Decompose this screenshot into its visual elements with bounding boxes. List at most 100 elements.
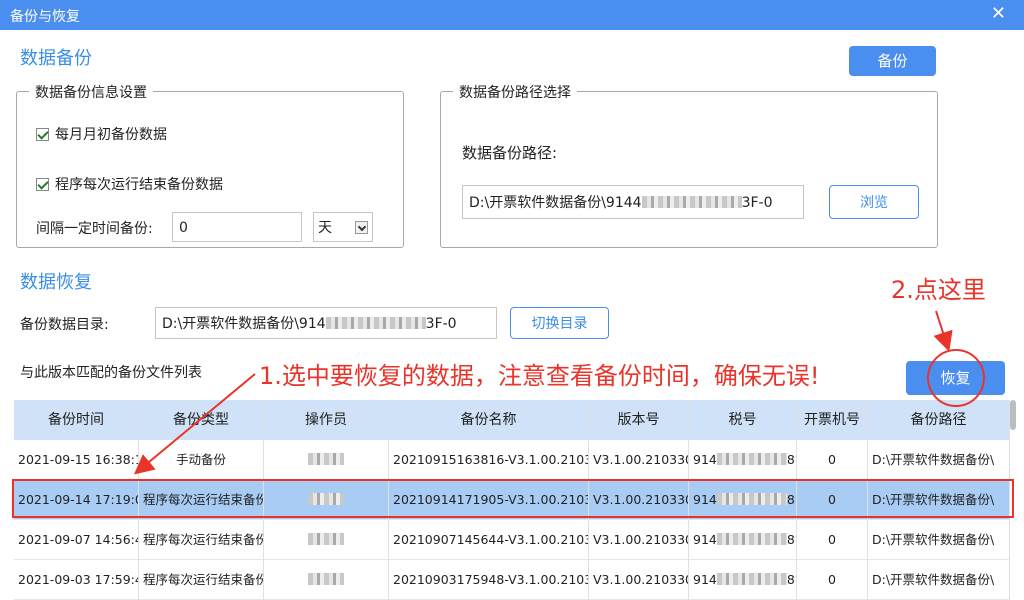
tax-cell: 914 8F xyxy=(689,560,797,600)
window-title: 备份与恢复 xyxy=(10,9,80,25)
machine-cell: 0 xyxy=(797,480,868,520)
path-cell: D:\开票软件数据备份\ xyxy=(868,520,1010,560)
backup-path-input[interactable]: D:\开票软件数据备份\9144 3F-0 xyxy=(462,185,804,219)
operator-cell xyxy=(264,560,389,600)
redacted-block xyxy=(308,573,344,585)
backup-path-group: 数据备份路径选择 xyxy=(440,82,938,248)
backup-settings-legend: 数据备份信息设置 xyxy=(29,82,153,102)
tax-suffix: 8F xyxy=(786,492,796,507)
interval-unit-select[interactable]: 天 xyxy=(313,212,373,242)
column-header[interactable]: 操作员 xyxy=(264,400,389,440)
switch-dir-button[interactable]: 切换目录 xyxy=(510,307,609,339)
column-header[interactable]: 版本号 xyxy=(589,400,689,440)
exit-backup-label: 程序每次运行结束备份数据 xyxy=(55,177,223,193)
backup-path-prefix: D:\开票软件数据备份\9144 xyxy=(469,195,642,211)
tax-cell: 914 8F xyxy=(689,520,797,560)
restore-dir-label: 备份数据目录: xyxy=(20,317,109,333)
redacted-block xyxy=(716,533,787,545)
table-row[interactable]: 2021-09-15 16:38:16 手动备份 20210915163816-V3… xyxy=(14,440,1010,480)
time-cell: 2021-09-15 16:38:16 xyxy=(14,440,139,480)
redacted-block xyxy=(716,493,787,505)
annotation-step1: 1.选中要恢复的数据，注意查看备份时间，确保无误! xyxy=(259,362,820,390)
browse-button[interactable]: 浏览 xyxy=(829,185,919,219)
redacted-block xyxy=(641,196,742,208)
version-cell: V3.1.00.210330 xyxy=(589,560,689,600)
interval-unit-value: 天 xyxy=(318,220,332,236)
path-cell: D:\开票软件数据备份\ xyxy=(868,480,1010,520)
table-scrollbar[interactable] xyxy=(1010,400,1016,430)
restore-dir-input[interactable]: D:\开票软件数据备份\914 3F-0 xyxy=(155,307,497,339)
time-cell: 2021-09-14 17:19:05 xyxy=(14,480,139,520)
type-cell: 程序每次运行结束备份数 xyxy=(139,520,264,560)
tax-suffix: 8F xyxy=(786,572,796,587)
column-header[interactable]: 备份时间 xyxy=(14,400,139,440)
table-header: 备份时间 备份类型 操作员 备份名称 版本号 税号 开票机号 备份路径 xyxy=(14,400,1010,440)
redacted-block xyxy=(716,573,787,585)
path-cell: D:\开票软件数据备份\ xyxy=(868,560,1010,600)
table-row[interactable]: 2021-09-07 14:56:44程序每次运行结束备份数 2021090714… xyxy=(14,520,1010,560)
redacted-block xyxy=(716,453,787,465)
column-header[interactable]: 备份类型 xyxy=(139,400,264,440)
interval-input[interactable]: 0 xyxy=(172,212,302,242)
tax-prefix: 914 xyxy=(693,452,717,467)
restore-dir-prefix: D:\开票软件数据备份\914 xyxy=(162,316,326,332)
backup-path-suffix: 3F-0 xyxy=(741,195,773,211)
type-cell: 程序每次运行结束备份数 xyxy=(139,480,264,520)
machine-cell: 0 xyxy=(797,440,868,480)
tax-cell: 914 8F xyxy=(689,480,797,520)
restore-dir-suffix: 3F-0 xyxy=(425,316,457,332)
table-row[interactable]: 2021-09-14 17:19:05程序每次运行结束备份数 2021091417… xyxy=(14,480,1010,520)
restore-button[interactable]: 恢复 xyxy=(906,361,1005,395)
table-row[interactable]: 2021-09-03 17:59:48程序每次运行结束备份数 2021090317… xyxy=(14,560,1010,600)
checkbox-checked-icon xyxy=(36,128,49,141)
redacted-block xyxy=(308,453,344,465)
version-cell: V3.1.00.210330 xyxy=(589,440,689,480)
tax-prefix: 914 xyxy=(693,572,717,587)
checkbox-checked-icon xyxy=(36,178,49,191)
time-cell: 2021-09-07 14:56:44 xyxy=(14,520,139,560)
type-cell: 程序每次运行结束备份数 xyxy=(139,560,264,600)
annotation-step2: 2.点这里 xyxy=(891,276,986,304)
machine-cell: 0 xyxy=(797,560,868,600)
tax-prefix: 914 xyxy=(693,532,717,547)
window-titlebar: 备份与恢复 ✕ xyxy=(0,0,1024,30)
machine-cell: 0 xyxy=(797,520,868,560)
column-header[interactable]: 备份名称 xyxy=(389,400,589,440)
operator-cell xyxy=(264,440,389,480)
type-cell: 手动备份 xyxy=(139,440,264,480)
backup-path-label: 数据备份路径: xyxy=(462,144,558,162)
interval-label: 间隔一定时间备份: xyxy=(36,221,153,237)
tax-suffix: 8F xyxy=(786,452,796,467)
chevron-down-icon xyxy=(355,221,368,234)
name-cell: 20210915163816-V3.1.00.210330-F xyxy=(389,440,589,480)
tax-suffix: 8F xyxy=(786,532,796,547)
exit-backup-checkbox[interactable]: 程序每次运行结束备份数据 xyxy=(36,174,223,194)
restore-section-title: 数据恢复 xyxy=(20,272,92,293)
monthly-backup-label: 每月月初备份数据 xyxy=(55,127,167,143)
column-header[interactable]: 税号 xyxy=(689,400,797,440)
name-cell: 20210907145644-V3.1.00.210330-F xyxy=(389,520,589,560)
backup-list-title: 与此版本匹配的备份文件列表 xyxy=(20,365,202,381)
redacted-block xyxy=(325,317,426,329)
operator-cell xyxy=(264,520,389,560)
redacted-block xyxy=(308,533,344,545)
tax-cell: 914 8F xyxy=(689,440,797,480)
backup-section-title: 数据备份 xyxy=(20,48,92,69)
version-cell: V3.1.00.210330 xyxy=(589,520,689,560)
redacted-block xyxy=(308,493,344,505)
version-cell: V3.1.00.210330 xyxy=(589,480,689,520)
backup-path-legend: 数据备份路径选择 xyxy=(453,82,577,102)
step2-arrow xyxy=(933,310,953,352)
close-icon[interactable]: ✕ xyxy=(991,3,1006,24)
time-cell: 2021-09-03 17:59:48 xyxy=(14,560,139,600)
backup-button[interactable]: 备份 xyxy=(849,46,936,76)
monthly-backup-checkbox[interactable]: 每月月初备份数据 xyxy=(36,124,167,144)
name-cell: 20210903175948-V3.1.00.210330-F xyxy=(389,560,589,600)
tax-prefix: 914 xyxy=(693,492,717,507)
path-cell: D:\开票软件数据备份\ xyxy=(868,440,1010,480)
name-cell: 20210914171905-V3.1.00.210330-F xyxy=(389,480,589,520)
backup-file-table: 备份时间 备份类型 操作员 备份名称 版本号 税号 开票机号 备份路径 2021-09-15 … xyxy=(14,400,1010,600)
column-header[interactable]: 开票机号 xyxy=(797,400,868,440)
operator-cell xyxy=(264,480,389,520)
column-header[interactable]: 备份路径 xyxy=(868,400,1010,440)
